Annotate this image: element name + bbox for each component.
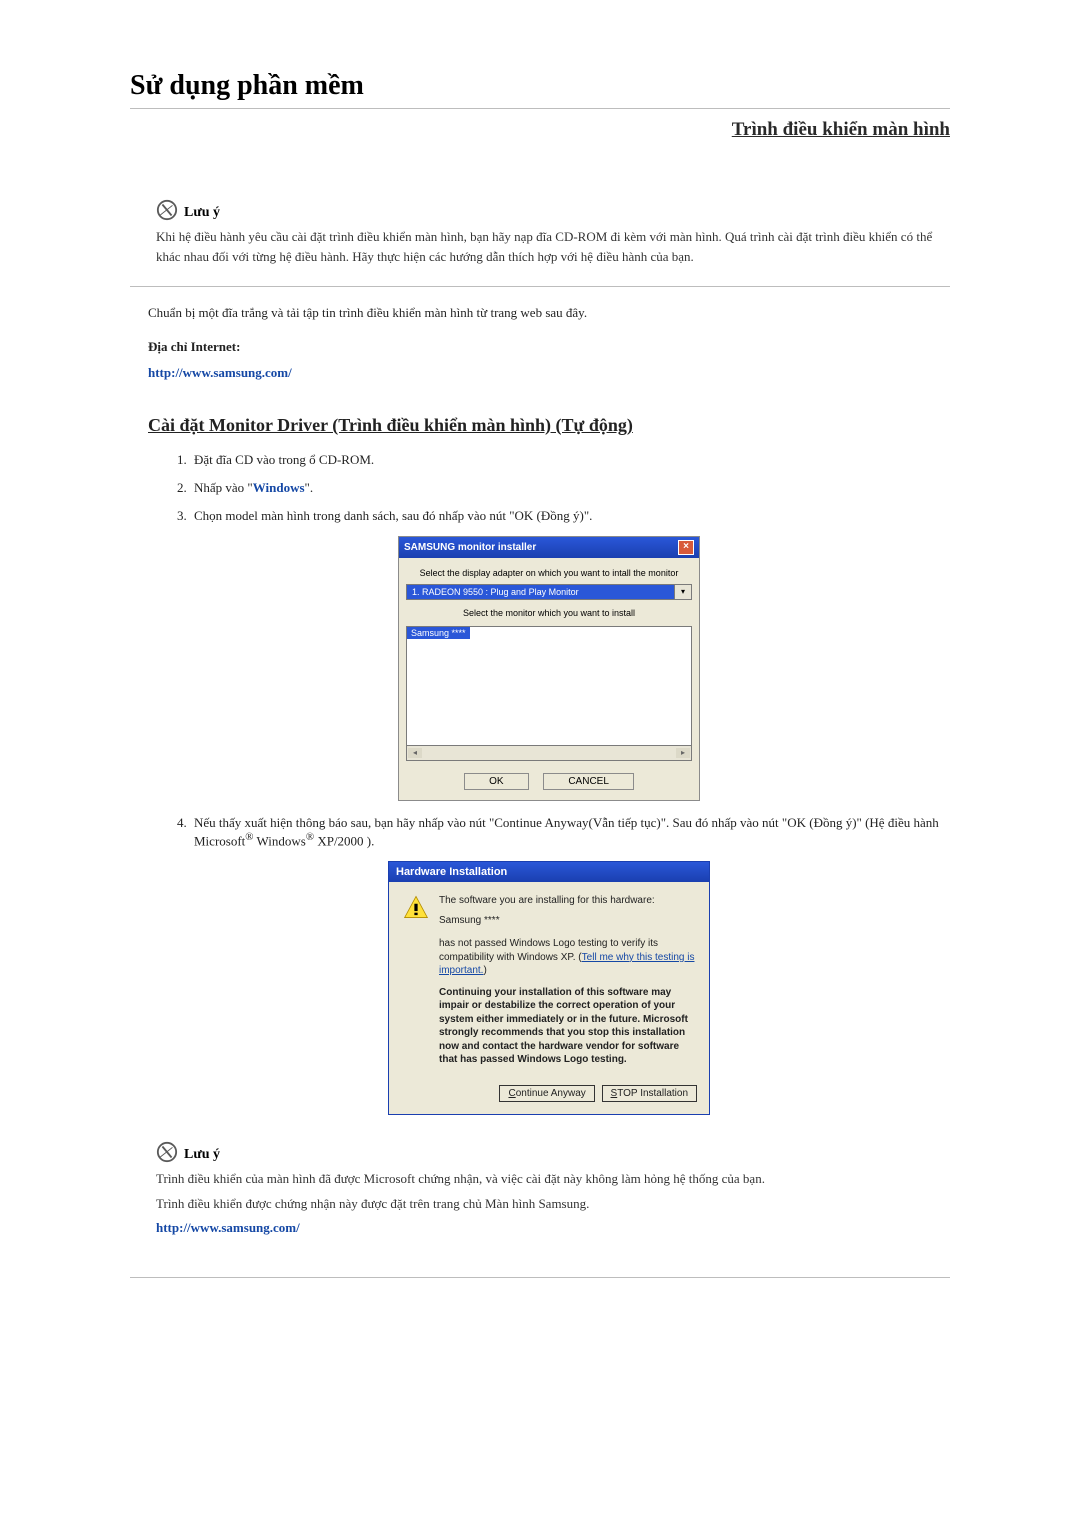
steps-list-2: Nếu thấy xuất hiện thông báo sau, bạn hã… xyxy=(148,815,950,849)
hardware-dialog-body: The software you are installing for this… xyxy=(389,882,709,1079)
hw-line1: The software you are installing for this… xyxy=(439,894,695,908)
divider-bottom xyxy=(130,1277,950,1278)
install-driver-heading: Cài đặt Monitor Driver (Trình điều khiển… xyxy=(148,415,950,436)
monitor-list[interactable]: Samsung **** xyxy=(406,626,692,746)
installer-screenshot: SAMSUNG monitor installer × Select the d… xyxy=(148,536,950,801)
step-2-windows: Windows xyxy=(253,480,305,495)
note-icon xyxy=(156,1141,178,1163)
note-box-2: Lưu ý Trình điều khiển của màn hình đã đ… xyxy=(130,1137,950,1237)
divider xyxy=(130,108,950,109)
hardware-dialog-title: Hardware Installation xyxy=(389,862,709,882)
adapter-dropdown[interactable]: 1. RADEON 9550 : Plug and Play Monitor ▾ xyxy=(406,584,692,600)
scroll-left-icon[interactable]: ◂ xyxy=(408,748,422,758)
step-4-c: Windows xyxy=(254,833,306,848)
header-link-row: Trình điều khiển màn hình xyxy=(130,119,950,141)
step-4: Nếu thấy xuất hiện thông báo sau, bạn hã… xyxy=(190,815,950,849)
samsung-link[interactable]: http://www.samsung.com/ xyxy=(148,365,292,380)
note-label: Lưu ý xyxy=(184,205,220,221)
continue-anyway-button[interactable]: CContinue Anywayontinue Anyway xyxy=(499,1085,594,1102)
hw-line3b: ) xyxy=(483,965,486,976)
step-2-pre: Nhấp vào " xyxy=(194,480,253,495)
installer-titlebar: SAMSUNG monitor installer × xyxy=(399,537,699,558)
warning-icon xyxy=(403,894,429,920)
note2-line2: Trình điều khiển được chứng nhận này đượ… xyxy=(156,1194,950,1214)
installer-caption-1: Select the display adapter on which you … xyxy=(406,568,692,578)
ok-button[interactable]: OK xyxy=(464,773,528,790)
step-4-e: XP/2000 ). xyxy=(314,833,374,848)
hw-line2: Samsung **** xyxy=(439,914,695,928)
adapter-selected: 1. RADEON 9550 : Plug and Play Monitor xyxy=(406,584,675,600)
step-4-r1: ® xyxy=(245,831,253,843)
hardware-dialog-buttons: CContinue Anywayontinue Anyway STOP Inst… xyxy=(389,1079,709,1114)
step-1: Đặt đĩa CD vào trong ổ CD-ROM. xyxy=(190,452,950,468)
page-title: Sử dụng phần mềm xyxy=(130,70,950,102)
installer-buttons: OK CANCEL xyxy=(406,773,692,790)
internet-label: Địa chỉ Internet: xyxy=(148,339,950,355)
hw-line3: has not passed Windows Logo testing to v… xyxy=(439,937,695,978)
note-head-2: Lưu ý xyxy=(156,1141,950,1163)
stop-installation-button[interactable]: STOP InstallationSTOP Installation xyxy=(602,1085,697,1102)
samsung-link-2[interactable]: http://www.samsung.com/ xyxy=(156,1220,300,1236)
note-head: Lưu ý xyxy=(156,199,940,221)
note-text: Khi hệ điều hành yêu cầu cài đặt trình đ… xyxy=(156,227,940,266)
step-4-r2: ® xyxy=(306,831,314,843)
hardware-dialog-text: The software you are installing for this… xyxy=(439,894,695,1067)
installer-window: SAMSUNG monitor installer × Select the d… xyxy=(398,536,700,801)
installer-caption-2: Select the monitor which you want to ins… xyxy=(406,608,692,618)
step-2: Nhấp vào "Windows". xyxy=(190,480,950,496)
hw-bold: Continuing your installation of this sof… xyxy=(439,986,695,1067)
installer-title-text: SAMSUNG monitor installer xyxy=(404,542,536,553)
note-box-1: Lưu ý Khi hệ điều hành yêu cầu cài đặt t… xyxy=(130,181,950,282)
note-label-2: Lưu ý xyxy=(184,1147,220,1163)
prep-text: Chuẩn bị một đĩa trắng và tải tập tin tr… xyxy=(148,305,950,321)
cancel-button[interactable]: CANCEL xyxy=(543,773,634,790)
steps-list: Đặt đĩa CD vào trong ổ CD-ROM. Nhấp vào … xyxy=(148,452,950,524)
chevron-down-icon[interactable]: ▾ xyxy=(675,584,692,600)
step-3: Chọn model màn hình trong danh sách, sau… xyxy=(190,508,950,524)
list-hscrollbar[interactable]: ◂ ▸ xyxy=(406,746,692,761)
document-page: Sử dụng phần mềm Trình điều khiển màn hì… xyxy=(0,0,1080,1348)
close-icon[interactable]: × xyxy=(678,540,694,555)
installer-body: Select the display adapter on which you … xyxy=(399,558,699,800)
step-2-post: ". xyxy=(305,480,314,495)
list-item[interactable]: Samsung **** xyxy=(407,627,470,639)
note2-line1: Trình điều khiển của màn hình đã được Mi… xyxy=(156,1169,950,1189)
monitor-driver-link[interactable]: Trình điều khiển màn hình xyxy=(732,119,950,140)
hardware-dialog-screenshot: Hardware Installation The software you a… xyxy=(148,861,950,1115)
divider xyxy=(130,286,950,287)
section-body: Chuẩn bị một đĩa trắng và tải tập tin tr… xyxy=(130,305,950,1115)
note-icon xyxy=(156,199,178,221)
scroll-right-icon[interactable]: ▸ xyxy=(676,748,690,758)
hardware-dialog: Hardware Installation The software you a… xyxy=(388,861,710,1115)
